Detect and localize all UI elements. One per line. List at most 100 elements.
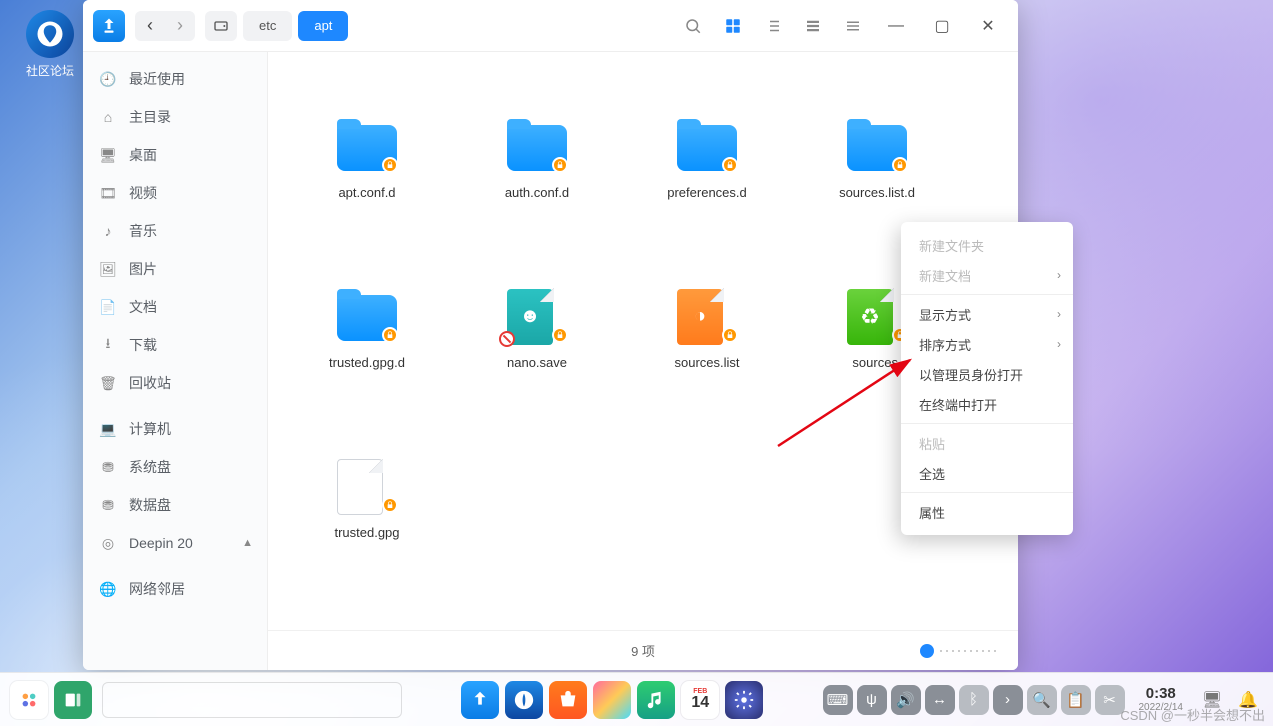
ctx-separator [901, 294, 1073, 295]
sidebar: 🕘最近使用 ⌂主目录 🖥桌面 🎞视频 ♪音乐 🖼图片 📄文档 ⭳下载 🗑回收站 … [83, 52, 268, 670]
titlebar: ‹ › etc apt — ▢ ✕ [83, 0, 1018, 52]
sidebar-item-pictures[interactable]: 🖼图片 [83, 250, 267, 288]
taskbar: FEB 14 ⌨ ψ 🔊 ↔ ᛒ › 🔍 📋 ✂ 0:38 2022/2/14 … [0, 672, 1273, 726]
computer-icon: 💻 [99, 421, 117, 438]
trash-icon: 🗑 [99, 375, 117, 392]
minimize-button[interactable]: — [876, 9, 916, 43]
tray-search-icon[interactable]: 🔍 [1027, 685, 1057, 715]
path-disk-indicator[interactable] [205, 11, 237, 41]
file-item[interactable]: ☻ nano.save [452, 244, 622, 414]
file-item[interactable]: sources.list.d [792, 74, 962, 244]
view-list-button[interactable] [756, 9, 790, 43]
file-label: nano.save [507, 355, 567, 370]
tray-notification-icon[interactable]: 🔔 [1233, 685, 1263, 715]
status-bar: 9 项 [268, 630, 1018, 670]
folder-icon [847, 119, 907, 171]
file-item[interactable]: trusted.gpg [282, 414, 452, 584]
dock-browser[interactable] [505, 681, 543, 719]
file-label: trusted.gpg.d [329, 355, 405, 370]
sidebar-item-documents[interactable]: 📄文档 [83, 288, 267, 326]
ctx-view-mode[interactable]: 显示方式› [901, 299, 1073, 329]
slider-track-icon [940, 650, 1000, 652]
ctx-new-document: 新建文档› [901, 260, 1073, 290]
folder-icon [337, 289, 397, 341]
file-item[interactable]: trusted.gpg.d [282, 244, 452, 414]
tray-clipboard-icon[interactable]: 📋 [1061, 685, 1091, 715]
launcher-button[interactable] [10, 681, 48, 719]
multitask-button[interactable] [54, 681, 92, 719]
desktop-shortcut-community-forum[interactable]: 社区论坛 [20, 10, 80, 79]
dock-image-viewer[interactable] [593, 681, 631, 719]
dock-calendar[interactable]: FEB 14 [681, 681, 719, 719]
sidebar-item-trash[interactable]: 🗑回收站 [83, 364, 267, 402]
sidebar-item-music[interactable]: ♪音乐 [83, 212, 267, 250]
sidebar-item-network[interactable]: 🌐网络邻居 [83, 570, 267, 608]
file-label: apt.conf.d [338, 185, 395, 200]
backup-file-icon: ☻ [507, 289, 567, 341]
sidebar-item-computer[interactable]: 💻计算机 [83, 410, 267, 448]
breadcrumb-apt[interactable]: apt [298, 11, 348, 41]
nav-buttons: ‹ › [135, 11, 195, 41]
video-icon: 🎞 [99, 185, 117, 202]
file-label: trusted.gpg [334, 525, 399, 540]
home-icon: ⌂ [99, 109, 117, 125]
sidebar-item-system-disk[interactable]: ⛃系统盘 [83, 448, 267, 486]
eject-icon[interactable]: ▲ [242, 537, 253, 549]
nav-back-button[interactable]: ‹ [135, 11, 165, 41]
breadcrumb-etc[interactable]: etc [243, 11, 292, 41]
maximize-button[interactable]: ▢ [922, 9, 962, 43]
main-menu-button[interactable] [836, 9, 870, 43]
lock-icon [382, 497, 398, 513]
deepin-logo-icon [26, 10, 74, 58]
music-icon: ♪ [99, 223, 117, 239]
tray-bluetooth-icon[interactable]: ᛒ [959, 685, 989, 715]
dock-music[interactable] [637, 681, 675, 719]
file-label: auth.conf.d [505, 185, 569, 200]
tray-screenshot-icon[interactable]: ✂ [1095, 685, 1125, 715]
file-item[interactable]: apt.conf.d [282, 74, 452, 244]
file-item[interactable]: auth.conf.d [452, 74, 622, 244]
sidebar-item-data-disk[interactable]: ⛃数据盘 [83, 486, 267, 524]
tray-volume-icon[interactable]: 🔊 [891, 685, 921, 715]
sidebar-item-downloads[interactable]: ⭳下载 [83, 326, 267, 364]
sidebar-item-desktop[interactable]: 🖥桌面 [83, 136, 267, 174]
slider-thumb-icon[interactable] [920, 644, 934, 658]
ctx-new-folder: 新建文件夹 [901, 230, 1073, 260]
zoom-slider[interactable] [920, 644, 1000, 658]
folder-icon [677, 119, 737, 171]
sources-file-icon: ◑ [677, 289, 737, 341]
chevron-right-icon: › [1057, 268, 1061, 282]
disc-icon: ◎ [99, 535, 117, 552]
sidebar-item-deepin20[interactable]: ◎Deepin 20▲ [83, 524, 267, 562]
sidebar-item-recent[interactable]: 🕘最近使用 [83, 60, 267, 98]
file-item[interactable]: preferences.d [622, 74, 792, 244]
sidebar-item-home[interactable]: ⌂主目录 [83, 98, 267, 136]
annotation-arrow-icon [770, 346, 930, 456]
lock-icon [722, 157, 738, 173]
lock-icon [552, 327, 568, 343]
tray-desktop-icon[interactable]: 🖥 [1197, 685, 1227, 715]
view-compact-button[interactable] [796, 9, 830, 43]
dock-app-store[interactable] [549, 681, 587, 719]
tray-keyboard-icon[interactable]: ⌨ [823, 685, 853, 715]
disk-icon: ⛃ [99, 497, 117, 514]
dock-control-center[interactable] [725, 681, 763, 719]
bak-file-icon: ♻ [847, 289, 907, 341]
dock-file-manager[interactable] [461, 681, 499, 719]
taskbar-search[interactable] [102, 682, 402, 718]
tray-usb-icon[interactable]: ψ [857, 685, 887, 715]
view-icons-button[interactable] [716, 9, 750, 43]
taskbar-clock[interactable]: 0:38 2022/2/14 [1139, 686, 1184, 714]
chevron-right-icon: › [1057, 307, 1061, 321]
file-item[interactable]: ◑sources.list [622, 244, 792, 414]
ctx-select-all[interactable]: 全选 [901, 458, 1073, 488]
tray-network-icon[interactable]: ↔ [925, 685, 955, 715]
close-button[interactable]: ✕ [968, 9, 1008, 43]
disk-icon: ⛃ [99, 459, 117, 476]
system-tray: ⌨ ψ 🔊 ↔ ᛒ › 🔍 📋 ✂ [823, 685, 1125, 715]
sidebar-item-video[interactable]: 🎞视频 [83, 174, 267, 212]
ctx-properties[interactable]: 属性 [901, 497, 1073, 527]
tray-more-icon[interactable]: › [993, 685, 1023, 715]
search-button[interactable] [676, 9, 710, 43]
nav-forward-button[interactable]: › [165, 11, 195, 41]
